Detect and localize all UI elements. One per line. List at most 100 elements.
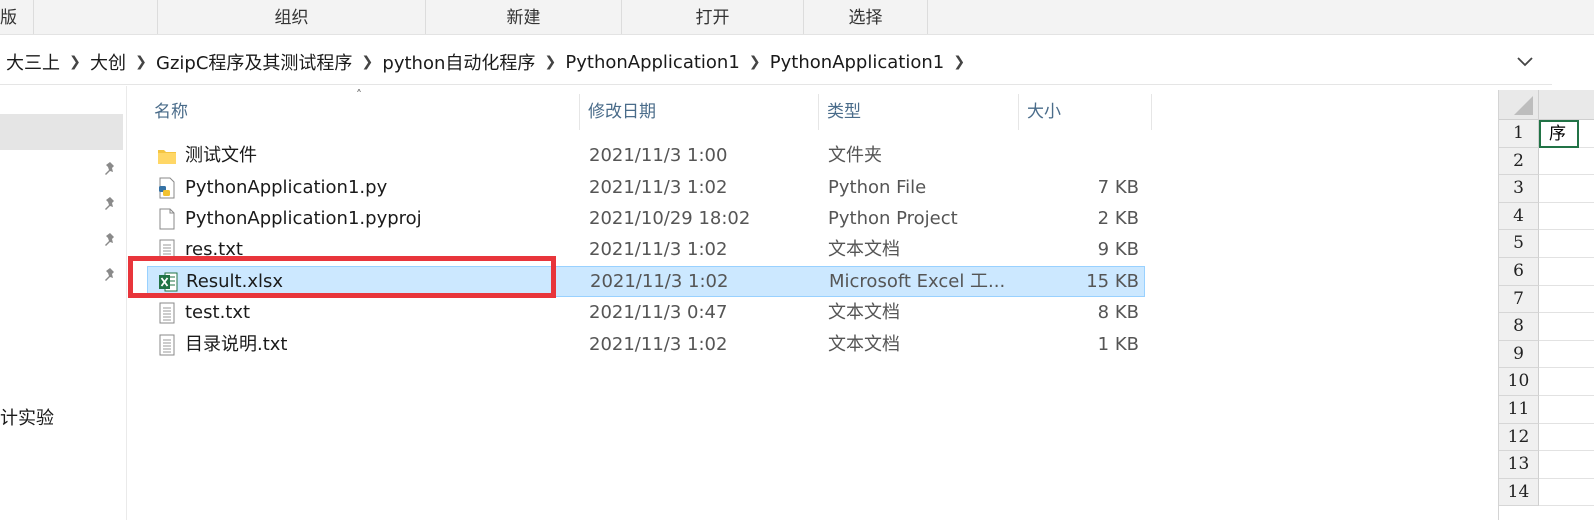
file-date: 2021/11/3 0:47 bbox=[589, 302, 728, 323]
file-name: 测试文件 bbox=[185, 145, 257, 166]
column-header-type[interactable]: 类型 bbox=[819, 94, 1019, 130]
sheet-cell[interactable] bbox=[1539, 258, 1594, 286]
column-header-name[interactable]: 名称 bbox=[146, 94, 580, 130]
breadcrumb-item[interactable]: PythonApplication1 bbox=[770, 52, 944, 73]
file-size: 15 KB bbox=[1086, 271, 1139, 292]
column-header-date[interactable]: 修改日期 bbox=[580, 94, 819, 130]
active-cell[interactable]: 序 bbox=[1539, 120, 1579, 148]
nav-item-label[interactable]: 计实验 bbox=[0, 404, 54, 430]
breadcrumb-chevron-icon[interactable]: ❯ bbox=[535, 54, 565, 70]
ribbon: 版 组织 新建 打开 选择 bbox=[0, 0, 1594, 35]
row-header[interactable]: 3 bbox=[1499, 175, 1539, 203]
file-name: PythonApplication1.py bbox=[185, 177, 388, 198]
file-size: 9 KB bbox=[1097, 239, 1139, 260]
file-date: 2021/11/3 1:00 bbox=[589, 145, 728, 166]
breadcrumb-chevron-icon[interactable]: ❯ bbox=[60, 54, 90, 70]
row-header[interactable]: 9 bbox=[1499, 340, 1539, 369]
file-row[interactable]: 测试文件 2021/11/3 1:00 文件夹 bbox=[147, 140, 1145, 171]
corner-triangle-icon bbox=[1514, 96, 1533, 115]
python-file-icon bbox=[159, 177, 175, 199]
row-header[interactable]: 12 bbox=[1499, 423, 1539, 452]
file-row[interactable]: 目录说明.txt 2021/11/3 1:02 文本文档 1 KB bbox=[147, 329, 1145, 360]
file-type: Python File bbox=[828, 177, 927, 198]
breadcrumb-item[interactable]: 大创 bbox=[90, 49, 126, 75]
text-file-icon bbox=[159, 302, 175, 324]
breadcrumb: 大三上 ❯ 大创 ❯ GzipC程序及其测试程序 ❯ python自动化程序 ❯… bbox=[0, 49, 974, 75]
sheet-cell[interactable] bbox=[1539, 424, 1594, 452]
file-date: 2021/11/3 1:02 bbox=[590, 271, 729, 292]
folder-icon bbox=[158, 150, 176, 164]
row-header[interactable]: 2 bbox=[1499, 147, 1539, 176]
pin-icon[interactable] bbox=[101, 160, 119, 178]
file-row[interactable]: PythonApplication1.pyproj 2021/10/29 18:… bbox=[147, 203, 1145, 234]
sheet-cell[interactable] bbox=[1539, 148, 1594, 176]
file-row[interactable]: test.txt 2021/11/3 0:47 文本文档 8 KB bbox=[147, 297, 1145, 328]
file-date: 2021/11/3 1:02 bbox=[589, 334, 728, 355]
ribbon-group-open[interactable]: 打开 bbox=[622, 0, 804, 34]
select-all-corner[interactable] bbox=[1499, 90, 1539, 120]
row-header[interactable]: 5 bbox=[1499, 230, 1539, 258]
nav-item-selected[interactable] bbox=[0, 114, 123, 150]
sheet-cell[interactable] bbox=[1539, 203, 1594, 231]
excel-sheet-preview: 1 2 3 4 5 6 7 8 9 10 11 12 13 14 序 bbox=[1498, 90, 1594, 520]
sheet-cell[interactable] bbox=[1539, 313, 1594, 341]
row-header[interactable]: 10 bbox=[1499, 368, 1539, 396]
file-row[interactable]: PythonApplication1.py 2021/11/3 1:02 Pyt… bbox=[147, 172, 1145, 203]
breadcrumb-item[interactable]: GzipC程序及其测试程序 bbox=[156, 49, 352, 75]
file-name: PythonApplication1.pyproj bbox=[185, 208, 422, 229]
file-date: 2021/11/3 1:02 bbox=[589, 239, 728, 260]
sheet-cell[interactable] bbox=[1539, 479, 1594, 507]
row-header[interactable]: 14 bbox=[1499, 478, 1539, 507]
ribbon-group-blank[interactable] bbox=[34, 0, 158, 34]
ribbon-group-new[interactable]: 新建 bbox=[426, 0, 622, 34]
pin-icon[interactable] bbox=[101, 195, 119, 213]
row-header[interactable]: 7 bbox=[1499, 285, 1539, 314]
breadcrumb-chevron-icon[interactable]: ❯ bbox=[740, 54, 770, 70]
file-size: 2 KB bbox=[1097, 208, 1139, 229]
breadcrumb-chevron-icon[interactable]: ❯ bbox=[352, 54, 382, 70]
file-date: 2021/10/29 18:02 bbox=[589, 208, 751, 229]
file-size: 7 KB bbox=[1097, 177, 1139, 198]
breadcrumb-chevron-icon[interactable]: ❯ bbox=[126, 54, 156, 70]
address-history-button[interactable] bbox=[1508, 46, 1542, 78]
file-name: 目录说明.txt bbox=[185, 334, 288, 355]
breadcrumb-item[interactable]: PythonApplication1 bbox=[565, 52, 739, 73]
file-type: Python Project bbox=[828, 208, 958, 229]
chevron-down-icon bbox=[1517, 57, 1533, 67]
breadcrumb-chevron-icon[interactable]: ❯ bbox=[944, 54, 974, 70]
sheet-cell[interactable] bbox=[1539, 286, 1594, 314]
row-header[interactable]: 1 bbox=[1499, 120, 1539, 148]
row-header[interactable]: 6 bbox=[1499, 258, 1539, 286]
file-date: 2021/11/3 1:02 bbox=[589, 177, 728, 198]
pin-icon[interactable] bbox=[101, 266, 119, 284]
row-header[interactable]: 13 bbox=[1499, 451, 1539, 479]
breadcrumb-item[interactable]: 大三上 bbox=[6, 49, 60, 75]
sheet-cell[interactable] bbox=[1539, 175, 1594, 203]
file-type: 文本文档 bbox=[828, 302, 900, 323]
text-file-icon bbox=[159, 334, 175, 356]
sheet-cell[interactable] bbox=[1539, 341, 1594, 369]
file-type: 文本文档 bbox=[828, 334, 900, 355]
sheet-cell[interactable] bbox=[1539, 230, 1594, 258]
file-size: 8 KB bbox=[1097, 302, 1139, 323]
file-type: 文本文档 bbox=[828, 239, 900, 260]
row-header[interactable]: 4 bbox=[1499, 202, 1539, 231]
sheet-cell[interactable] bbox=[1539, 368, 1594, 396]
ribbon-group-clipboard[interactable]: 版 bbox=[0, 0, 34, 34]
ribbon-group-select[interactable]: 选择 bbox=[804, 0, 928, 34]
row-header[interactable]: 8 bbox=[1499, 313, 1539, 341]
file-type: 文件夹 bbox=[828, 145, 882, 166]
ribbon-group-organize[interactable]: 组织 bbox=[158, 0, 426, 34]
row-header[interactable]: 11 bbox=[1499, 396, 1539, 424]
pin-icon[interactable] bbox=[101, 231, 119, 249]
address-bar[interactable]: 大三上 ❯ 大创 ❯ GzipC程序及其测试程序 ❯ python自动化程序 ❯… bbox=[0, 40, 1552, 85]
annotation-highlight-box bbox=[128, 256, 556, 298]
blank-file-icon bbox=[159, 208, 175, 230]
file-name: test.txt bbox=[185, 302, 251, 323]
column-header-size[interactable]: 大小 bbox=[1019, 94, 1152, 130]
navigation-pane: 计实验 bbox=[0, 86, 127, 520]
sheet-cell[interactable] bbox=[1539, 451, 1594, 479]
breadcrumb-item[interactable]: python自动化程序 bbox=[382, 49, 535, 75]
sheet-cell[interactable] bbox=[1539, 396, 1594, 424]
column-header-a[interactable] bbox=[1539, 90, 1594, 120]
